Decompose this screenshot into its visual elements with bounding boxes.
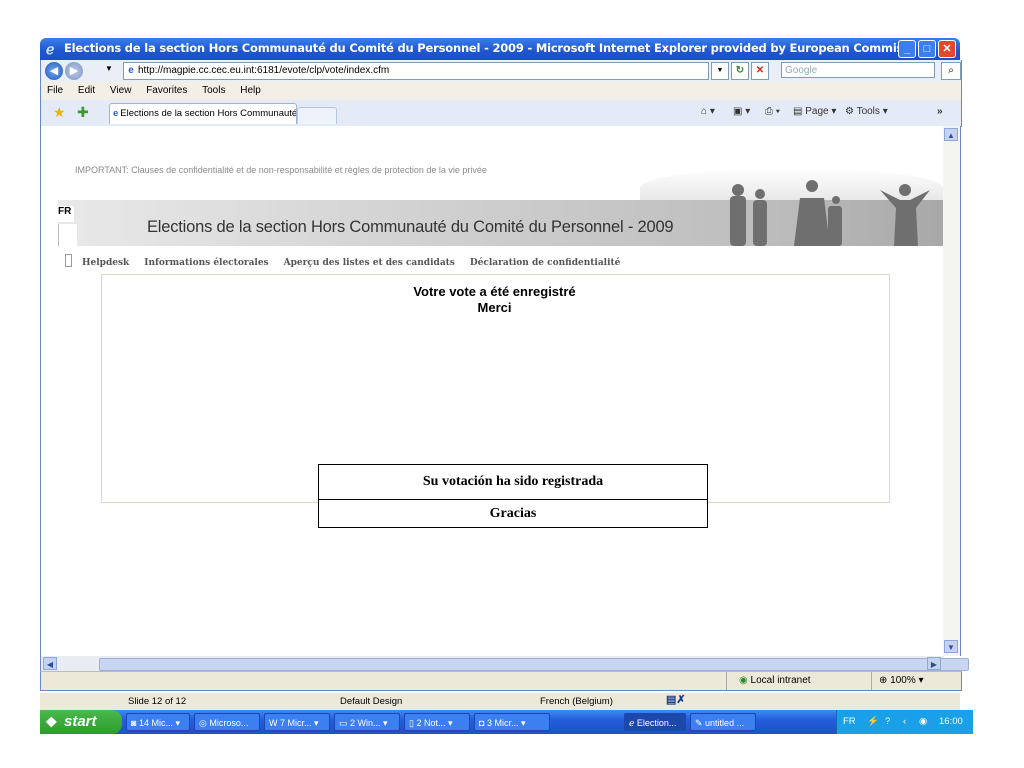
- vote-recorded-message: Votre vote a été enregistré: [413, 284, 576, 299]
- translation-line-1: Su votación ha sido registrada: [319, 465, 707, 500]
- menu-bar: File Edit View Favorites Tools Help: [40, 82, 962, 100]
- globe-icon: ◉: [739, 675, 748, 686]
- design-name: Default Design: [340, 696, 403, 707]
- nav-informations-electorales[interactable]: Informations électorales: [144, 258, 268, 268]
- clock: 16:00: [939, 716, 963, 727]
- menu-file[interactable]: File: [47, 85, 63, 96]
- favorites-star-icon[interactable]: ★: [53, 104, 66, 121]
- nav-apercu-listes[interactable]: Aperçu des listes et des candidats: [284, 258, 455, 268]
- scroll-down-icon[interactable]: ▼: [944, 640, 958, 653]
- network-icon[interactable]: ⚡: [867, 710, 879, 734]
- taskbar-item-paint[interactable]: ✎ untitled ...: [690, 713, 756, 731]
- taskbar-item-outlook[interactable]: ◙ 14 Mic... ▾: [126, 713, 190, 731]
- back-icon[interactable]: ◀: [45, 62, 63, 80]
- taskbar-item-notepad[interactable]: ▯ 2 Not... ▾: [404, 713, 470, 731]
- feeds-icon[interactable]: ▣ ▾: [733, 106, 750, 117]
- family-silhouette-icon: [730, 180, 930, 246]
- language-label: FR: [58, 206, 74, 222]
- window-title-bar[interactable]: ℯ Elections de la section Hors Communaut…: [40, 38, 960, 60]
- search-icon[interactable]: ⌕: [941, 62, 961, 80]
- address-dropdown-icon[interactable]: ▼: [711, 62, 729, 80]
- stop-icon[interactable]: ✕: [751, 62, 769, 80]
- zoom-icon: ⊕: [879, 675, 888, 686]
- print-icon[interactable]: ⎙ ▾: [765, 106, 780, 117]
- scroll-up-icon[interactable]: ▲: [944, 128, 958, 141]
- nav-declaration-confidentialite[interactable]: Déclaration de confidentialité: [470, 258, 621, 268]
- menu-view[interactable]: View: [110, 85, 132, 96]
- minimize-button[interactable]: _: [898, 40, 916, 58]
- home-icon[interactable]: ⌂ ▾: [701, 106, 715, 117]
- menu-tools[interactable]: Tools: [202, 85, 225, 96]
- scroll-right-icon[interactable]: ▶: [927, 657, 941, 670]
- tab-bar: ★ ✚ e Elections de la section Hors Commun…: [40, 100, 962, 127]
- zoom-control[interactable]: ⊕ 100% ▾: [879, 675, 924, 686]
- tray-language[interactable]: FR: [843, 710, 856, 734]
- menu-edit[interactable]: Edit: [78, 85, 95, 96]
- slide-counter: Slide 12 of 12: [128, 696, 187, 707]
- language-status: French (Belgium): [540, 696, 613, 707]
- internet-explorer-icon: ℯ: [46, 41, 55, 57]
- language-selector[interactable]: [58, 224, 77, 246]
- help-icon[interactable]: ?: [885, 710, 890, 734]
- horizontal-scroll-thumb[interactable]: [99, 658, 969, 671]
- windows-logo-icon: ❖: [45, 714, 58, 730]
- taskbar-item-election[interactable]: ℯ Election...: [624, 713, 686, 731]
- site-nav: Helpdesk Informations électorales Aperçu d…: [65, 254, 635, 268]
- taskbar-item-word[interactable]: W 7 Micr... ▾: [264, 713, 330, 731]
- nav-helpdesk[interactable]: Helpdesk: [82, 258, 129, 268]
- important-notice-link[interactable]: IMPORTANT: Clauses de confidentialité et…: [75, 165, 487, 175]
- tools-menu[interactable]: ⚙ Tools ▾: [845, 106, 888, 117]
- spelling-icon[interactable]: ▤✗: [666, 693, 686, 706]
- vertical-scrollbar[interactable]: ▲ ▼: [943, 126, 961, 656]
- system-tray: FR ⚡ ? ‹ ◉ 16:00: [836, 710, 973, 734]
- tray-app-icon[interactable]: ◉: [919, 710, 927, 734]
- page-menu[interactable]: ▤ Page ▾: [793, 106, 836, 117]
- refresh-icon[interactable]: ↻: [731, 62, 749, 80]
- ie-page-icon: e: [113, 108, 119, 119]
- nav-marker: [65, 254, 72, 267]
- window-title: Elections de la section Hors Communauté …: [64, 41, 904, 55]
- search-input[interactable]: Google: [781, 62, 935, 78]
- menu-help[interactable]: Help: [240, 85, 261, 96]
- taskbar-item-explorer[interactable]: ▭ 2 Win... ▾: [334, 713, 400, 731]
- menu-favorites[interactable]: Favorites: [146, 85, 187, 96]
- tab-elections[interactable]: e Elections de la section Hors Communauté…: [109, 103, 297, 124]
- add-favorite-icon[interactable]: ✚: [77, 104, 89, 121]
- page-icon: e: [128, 65, 134, 76]
- forward-icon[interactable]: ▶: [65, 62, 83, 80]
- tray-expand-icon[interactable]: ‹: [903, 710, 906, 734]
- history-dropdown-icon[interactable]: ▼: [105, 64, 113, 73]
- chevron-more-icon[interactable]: »: [937, 106, 943, 117]
- status-bar: ◉ Local intranet ⊕ 100% ▾: [40, 671, 962, 691]
- scroll-left-icon[interactable]: ◀: [43, 657, 57, 670]
- close-button[interactable]: ✕: [938, 40, 956, 58]
- new-tab-button[interactable]: [297, 107, 337, 124]
- address-input[interactable]: e http://magpie.cc.cec.eu.int:6181/evote/…: [123, 62, 709, 80]
- thanks-message: Merci: [477, 300, 512, 315]
- address-bar-row: ◀ ▶ ▼ e http://magpie.cc.cec.eu.int:6181/…: [40, 60, 962, 82]
- maximize-button[interactable]: □: [918, 40, 936, 58]
- start-button[interactable]: ❖ start: [40, 710, 122, 734]
- ppt-status-bar: Slide 12 of 12 Default Design French (Be…: [40, 693, 960, 710]
- tab-label: Elections de la section Hors Communauté …: [120, 108, 297, 119]
- translation-table: Su votación ha sido registrada Gracias: [318, 464, 708, 528]
- taskbar-item-powerpoint[interactable]: ◘ 3 Micr... ▾: [474, 713, 550, 731]
- zone-indicator: ◉ Local intranet: [739, 675, 811, 686]
- horizontal-scrollbar[interactable]: ◀ ▶: [40, 656, 969, 671]
- banner-title: Elections de la section Hors Communauté …: [147, 218, 674, 236]
- taskbar-item-microsoft[interactable]: ◎ Microso...: [194, 713, 260, 731]
- translation-line-2: Gracias: [489, 506, 537, 521]
- address-url: http://magpie.cc.cec.eu.int:6181/evote/c…: [138, 65, 390, 76]
